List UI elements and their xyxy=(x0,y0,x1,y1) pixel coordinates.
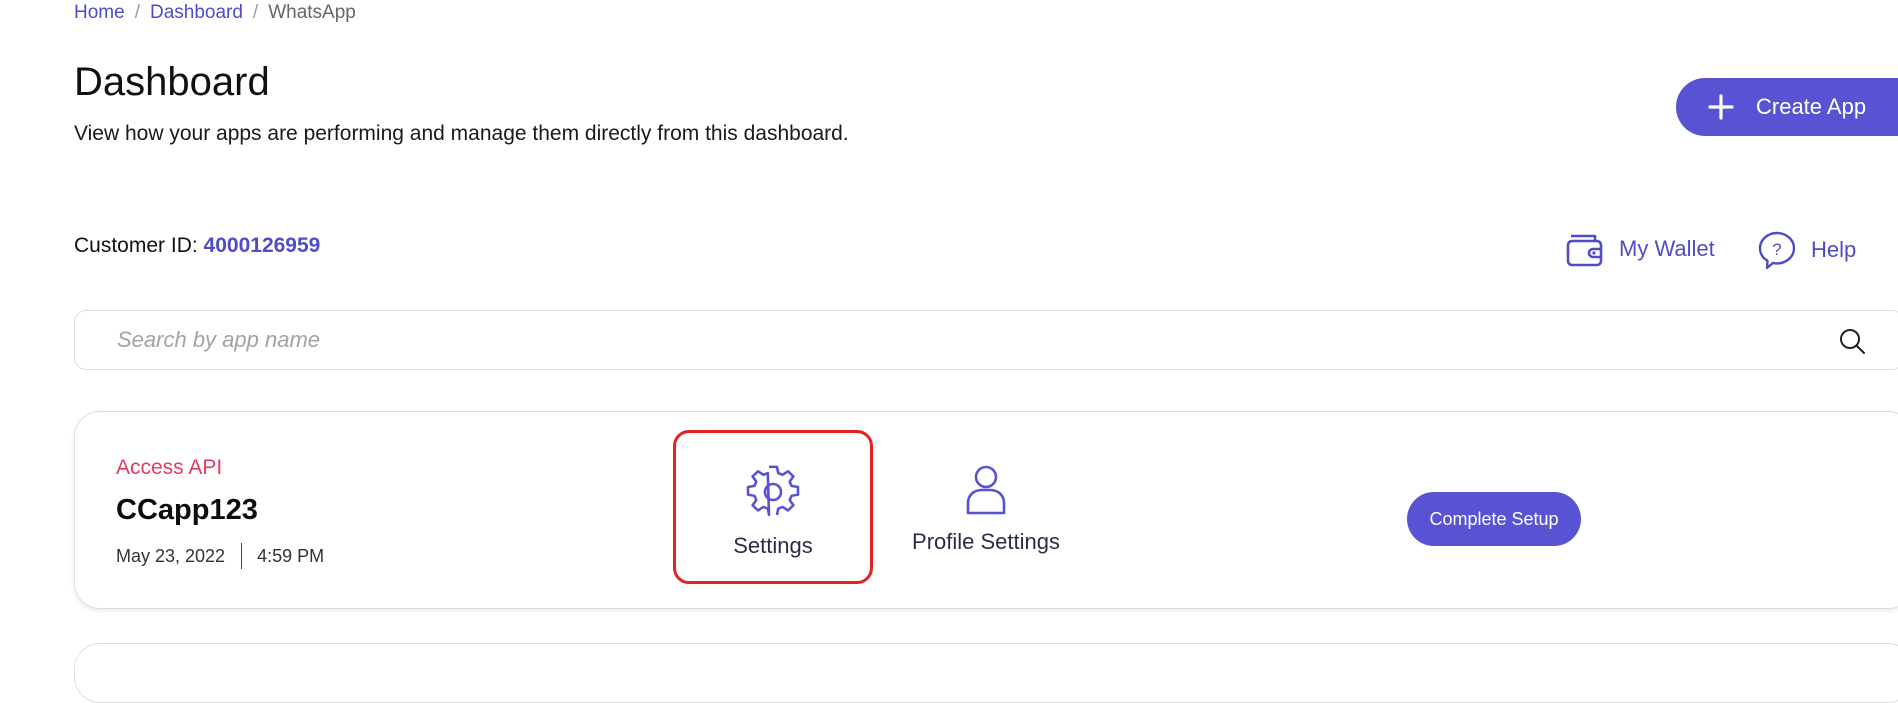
my-wallet-label: My Wallet xyxy=(1619,236,1715,261)
svg-text:?: ? xyxy=(1772,240,1781,259)
create-app-button[interactable]: Create App xyxy=(1676,78,1898,136)
plus-icon xyxy=(1708,94,1734,120)
search-input[interactable] xyxy=(115,319,1769,361)
breadcrumb: Home / Dashboard / WhatsApp xyxy=(74,2,356,24)
help-icon: ? xyxy=(1757,230,1797,270)
customer-id-value: 4000126959 xyxy=(203,234,321,257)
profile-settings-label: Profile Settings xyxy=(912,529,1060,554)
customer-id-label: Customer ID: xyxy=(74,234,198,257)
app-card xyxy=(74,643,1898,703)
breadcrumb-dashboard-link[interactable]: Dashboard xyxy=(150,2,243,24)
customer-id: Customer ID: 4000126959 xyxy=(74,234,320,258)
breadcrumb-separator: / xyxy=(134,2,140,23)
app-date: May 23, 2022 xyxy=(116,545,226,566)
app-card: Access API CCapp123 May 23, 2022 4:59 PM… xyxy=(74,411,1898,609)
complete-setup-button[interactable]: Complete Setup xyxy=(1407,492,1581,546)
help-label: Help xyxy=(1811,237,1857,262)
app-timestamp: May 23, 2022 4:59 PM xyxy=(116,543,324,569)
date-time-divider xyxy=(241,543,243,569)
breadcrumb-current: WhatsApp xyxy=(268,2,356,23)
search-icon[interactable] xyxy=(1837,326,1867,361)
app-time: 4:59 PM xyxy=(257,545,325,566)
breadcrumb-separator: / xyxy=(252,2,259,23)
my-wallet-link[interactable]: My Wallet xyxy=(1565,230,1715,268)
settings-action[interactable]: Settings xyxy=(673,430,873,584)
profile-settings-action[interactable]: Profile Settings xyxy=(886,463,1086,613)
app-name: CCapp123 xyxy=(116,494,258,526)
breadcrumb-home-link[interactable]: Home xyxy=(74,2,125,24)
page-subtitle: View how your apps are performing and ma… xyxy=(74,122,849,145)
page-title: Dashboard xyxy=(74,60,270,104)
create-app-label: Create App xyxy=(1756,94,1867,119)
app-status: Access API xyxy=(116,456,223,479)
gear-icon xyxy=(746,465,800,525)
person-icon xyxy=(962,463,1010,521)
settings-label: Settings xyxy=(733,533,813,558)
search-bar xyxy=(74,310,1898,370)
help-link[interactable]: ? Help xyxy=(1757,230,1856,270)
wallet-icon xyxy=(1565,230,1605,268)
